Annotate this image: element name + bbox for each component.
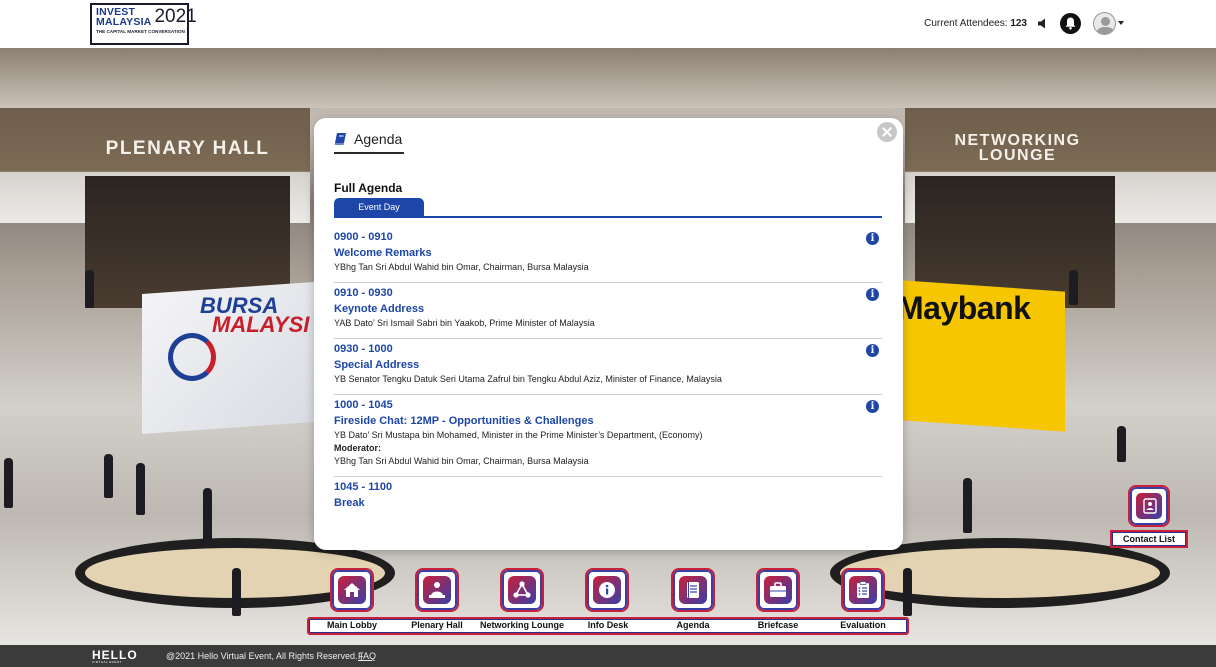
visitor-figure xyxy=(232,568,241,616)
agenda-item: 0930 - 1000 Special Address YB Senator T… xyxy=(334,339,882,395)
agenda-item-speaker: YB Senator Tengku Datuk Seri Utama Zafru… xyxy=(334,374,722,384)
nav-plenary-hall-button[interactable] xyxy=(415,568,459,612)
logo-main: INVEST MALAYSIA 2021 xyxy=(96,7,197,28)
visitor-figure xyxy=(1117,426,1126,462)
visitor-figure xyxy=(104,454,113,498)
visitor-figure xyxy=(1069,270,1078,305)
agenda-item-speaker: YB Dato’ Sri Mustapa bin Mohamed, Minist… xyxy=(334,430,703,440)
agenda-item-time: 0910 - 0930 xyxy=(334,287,393,299)
nav-label-networking-lounge[interactable]: Networking Lounge xyxy=(472,620,572,630)
agenda-item-title: Keynote Address xyxy=(334,303,425,315)
logo-year: 2021 xyxy=(154,6,197,27)
agenda-item: 0910 - 0930 Keynote Address YAB Dato’ Sr… xyxy=(334,283,882,339)
agenda-item-moderator-label: Moderator: xyxy=(334,443,381,453)
session-info-icon[interactable]: i xyxy=(866,344,879,357)
bursa-globe-logo xyxy=(168,333,216,381)
logo-tagline: THE CAPITAL MARKET CONVERSATION xyxy=(96,29,185,34)
agenda-item: 1000 - 1045 Fireside Chat: 12MP - Opport… xyxy=(334,395,882,477)
user-menu-caret-icon[interactable] xyxy=(1118,21,1124,25)
tab-event-day[interactable]: Event Day xyxy=(334,198,424,217)
agenda-item-time: 1045 - 1100 xyxy=(334,481,393,493)
maybank-logo-text: Maybank xyxy=(897,290,1031,326)
nav-networking-lounge-button[interactable] xyxy=(500,568,544,612)
modal-title: Agenda xyxy=(354,131,403,147)
logo-words: INVEST MALAYSIA xyxy=(96,7,152,28)
info-icon xyxy=(599,582,615,598)
agenda-item-title: Special Address xyxy=(334,359,420,371)
briefcase-icon xyxy=(770,582,786,597)
user-silhouette-icon xyxy=(1096,17,1115,34)
agenda-item-speaker: YBhg Tan Sri Abdul Wahid bin Omar, Chair… xyxy=(334,262,589,272)
contact-list-button[interactable] xyxy=(1128,485,1170,527)
lobby-ceiling xyxy=(0,48,1216,108)
agenda-item-title: Welcome Remarks xyxy=(334,247,432,259)
nav-agenda-button[interactable] xyxy=(671,568,715,612)
home-icon xyxy=(344,583,360,597)
attendees-count: 123 xyxy=(1010,18,1027,29)
agenda-modal: Agenda Full Agenda Event Day 0900 - 0910… xyxy=(314,118,903,550)
nav-main-lobby-button[interactable] xyxy=(330,568,374,612)
agenda-item-speaker: YAB Dato’ Sri Ismail Sabri bin Yaakob, P… xyxy=(334,318,595,328)
bursa-malaysia-logo-text: BURSA MALAYSI xyxy=(200,295,310,337)
agenda-item-moderator: YBhg Tan Sri Abdul Wahid bin Omar, Chair… xyxy=(334,456,589,466)
contact-list-label[interactable]: Contact List xyxy=(1110,530,1188,548)
agenda-item-time: 1000 - 1045 xyxy=(334,399,393,411)
networking-sign-line2: LOUNGE xyxy=(978,147,1057,164)
attendees-label: Current Attendees: xyxy=(924,18,1008,29)
presenter-icon xyxy=(429,582,445,598)
modal-header: Agenda xyxy=(334,131,404,154)
session-info-icon[interactable]: i xyxy=(866,232,879,245)
agenda-item-time: 0930 - 1000 xyxy=(334,343,393,355)
session-info-icon[interactable]: i xyxy=(866,288,879,301)
malaysia-word: MALAYSI xyxy=(212,312,310,337)
full-agenda-heading: Full Agenda xyxy=(334,181,403,195)
page-footer: HELLO VIRTUAL EVENT @2021 Hello Virtual … xyxy=(0,645,1216,667)
agenda-item-time: 0900 - 0910 xyxy=(334,231,393,243)
nav-briefcase-button[interactable] xyxy=(756,568,800,612)
top-header: INVEST MALAYSIA 2021 THE CAPITAL MARKET … xyxy=(0,0,1216,48)
book-icon xyxy=(334,133,346,145)
network-icon xyxy=(513,581,531,598)
event-logo[interactable]: INVEST MALAYSIA 2021 THE CAPITAL MARKET … xyxy=(90,3,197,45)
agenda-item: 1045 - 1100 Break xyxy=(334,477,882,519)
footer-copyright: @2021 Hello Virtual Event, All Rights Re… xyxy=(166,651,363,661)
nav-info-desk-button[interactable] xyxy=(585,568,629,612)
clipboard-icon xyxy=(857,581,869,598)
user-avatar[interactable] xyxy=(1093,12,1116,35)
agenda-item: 0900 - 0910 Welcome Remarks YBhg Tan Sri… xyxy=(334,227,882,283)
notification-button[interactable] xyxy=(1060,13,1081,34)
faq-link[interactable]: FAQ xyxy=(358,651,376,661)
visitor-figure xyxy=(903,568,912,616)
attendee-counter: Current Attendees: 123 xyxy=(924,18,1027,29)
logo-line2: MALAYSIA xyxy=(96,16,152,28)
visitor-figure xyxy=(136,463,145,515)
close-modal-icon[interactable] xyxy=(877,122,897,142)
nav-evaluation-button[interactable] xyxy=(841,568,885,612)
networking-lounge-sign: NETWORKING LOUNGE xyxy=(945,132,1090,164)
agenda-list: 0900 - 0910 Welcome Remarks YBhg Tan Sri… xyxy=(334,227,882,519)
visitor-figure xyxy=(963,478,972,533)
notebook-icon xyxy=(687,582,699,598)
agenda-item-title: Fireside Chat: 12MP - Opportunities & Ch… xyxy=(334,415,594,427)
speaker-icon[interactable] xyxy=(1038,18,1048,29)
plenary-hall-sign: PLENARY HALL xyxy=(105,138,270,159)
visitor-figure xyxy=(85,270,94,308)
nav-label-evaluation[interactable]: Evaluation xyxy=(813,620,913,630)
visitor-figure xyxy=(203,488,212,543)
footer-brand-logo: HELLO VIRTUAL EVENT xyxy=(92,648,138,664)
address-book-icon xyxy=(1143,498,1157,514)
bell-icon xyxy=(1065,17,1076,30)
agenda-item-title: Break xyxy=(334,497,365,509)
session-info-icon[interactable]: i xyxy=(866,400,879,413)
agenda-tab-bar: Event Day xyxy=(334,198,882,218)
networking-sign-line1: NETWORKING xyxy=(954,132,1081,149)
visitor-figure xyxy=(4,458,13,508)
